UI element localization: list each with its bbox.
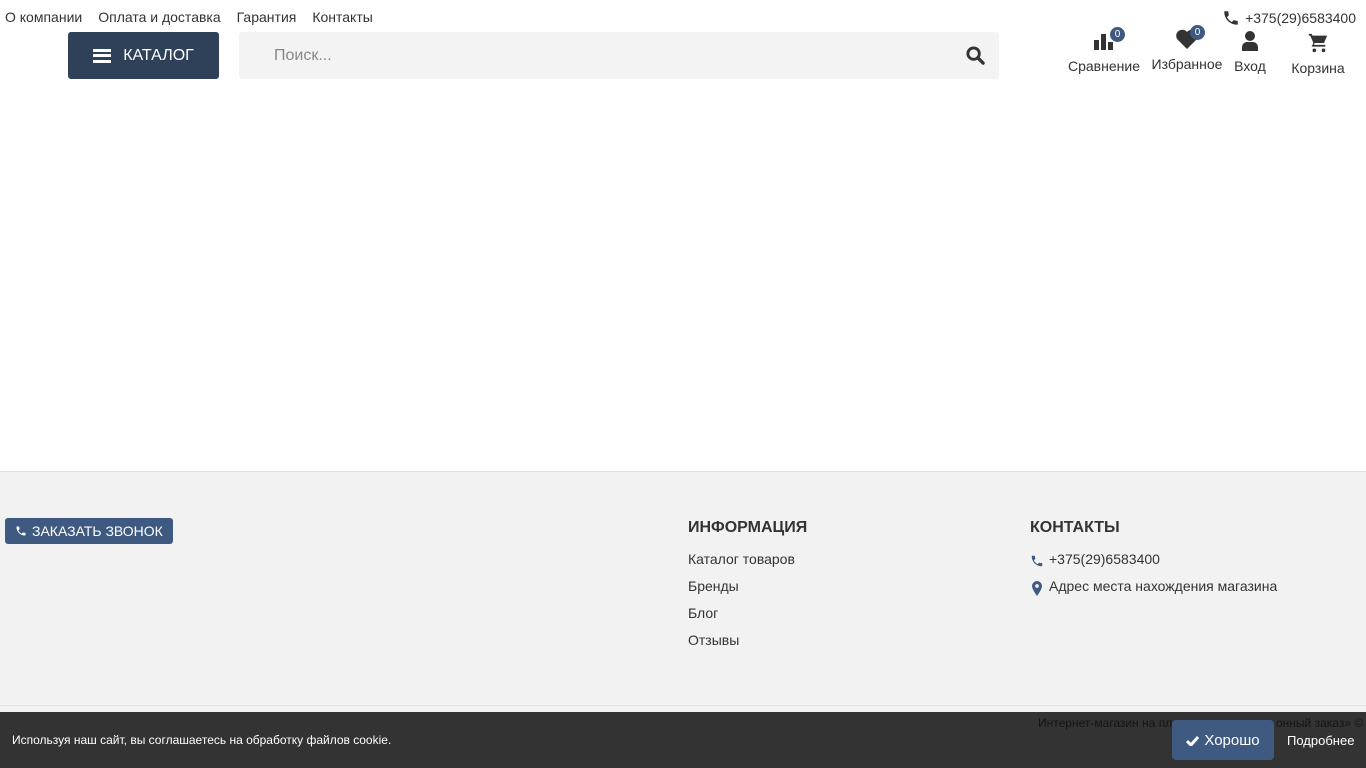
cookie-accept-button[interactable]: Хорошо <box>1172 720 1274 760</box>
header-phone[interactable]: +375(29)6583400 <box>1222 9 1356 27</box>
cart-label: Корзина <box>1291 60 1345 76</box>
nav-payment-delivery[interactable]: Оплата и доставка <box>98 9 220 25</box>
compare-button[interactable]: 0 Сравнение <box>1060 27 1148 76</box>
footer-link-brands[interactable]: Бренды <box>688 578 807 605</box>
callback-label: ЗАКАЗАТЬ ЗВОНОК <box>32 523 163 539</box>
footer-address-text: Адрес места нахождения магазина <box>1049 578 1278 594</box>
login-button[interactable]: Вход <box>1226 30 1274 76</box>
favorites-label: Избранное <box>1151 56 1223 72</box>
cookie-message: Используя наш сайт, вы соглашаетесь на о… <box>12 733 392 747</box>
footer-info: ИНФОРМАЦИЯ Каталог товаров Бренды Блог О… <box>688 519 807 659</box>
phone-icon <box>1224 11 1238 25</box>
search-icon[interactable] <box>966 46 985 65</box>
catalog-button[interactable]: КАТАЛОГ <box>68 32 219 79</box>
nav-about[interactable]: О компании <box>5 9 82 25</box>
map-marker-icon <box>1032 581 1042 596</box>
favorites-count-badge: 0 <box>1190 25 1205 40</box>
copyright-text-end: онный заказ» © <box>1276 716 1364 730</box>
login-label: Вход <box>1234 58 1266 74</box>
search-input[interactable] <box>239 32 999 79</box>
favorites-button[interactable]: 0 Избранное <box>1148 25 1226 76</box>
compare-count-badge: 0 <box>1110 27 1125 42</box>
search-bar <box>239 32 999 79</box>
nav-warranty[interactable]: Гарантия <box>237 9 297 25</box>
footer-link-catalog[interactable]: Каталог товаров <box>688 551 807 578</box>
callback-button[interactable]: ЗАКАЗАТЬ ЗВОНОК <box>5 518 173 544</box>
contacts-heading: КОНТАКТЫ <box>1030 519 1120 536</box>
check-icon <box>1186 735 1200 746</box>
footer: ЗАКАЗАТЬ ЗВОНОК ИНФОРМАЦИЯ Каталог товар… <box>0 471 1366 705</box>
info-heading: ИНФОРМАЦИЯ <box>688 519 808 536</box>
menu-icon <box>93 48 112 63</box>
cart-button[interactable]: Корзина <box>1274 32 1362 76</box>
nav-contacts[interactable]: Контакты <box>312 9 372 25</box>
compare-label: Сравнение <box>1068 58 1140 74</box>
footer-contacts: КОНТАКТЫ +375(29)6583400 Адрес места нах… <box>1030 519 1277 605</box>
cart-icon <box>1308 33 1328 53</box>
phone-icon <box>16 526 26 536</box>
phone-icon <box>1031 555 1043 567</box>
header-phone-text: +375(29)6583400 <box>1245 10 1356 26</box>
footer-phone-text: +375(29)6583400 <box>1049 551 1160 567</box>
catalog-label: КАТАЛОГ <box>123 46 194 64</box>
header-icons: 0 Сравнение 0 Избранное Вход Корзина <box>1060 25 1362 76</box>
footer-link-reviews[interactable]: Отзывы <box>688 632 807 659</box>
cookie-accept-label: Хорошо <box>1204 731 1260 749</box>
footer-link-blog[interactable]: Блог <box>688 605 807 632</box>
top-nav: О компании Оплата и доставка Гарантия Ко… <box>5 9 373 25</box>
footer-phone[interactable]: +375(29)6583400 <box>1030 551 1277 578</box>
footer-address[interactable]: Адрес места нахождения магазина <box>1030 578 1277 605</box>
cookie-more-link[interactable]: Подробнее <box>1287 733 1354 748</box>
copyright-text: Интернет-магазин на пл <box>1038 716 1173 730</box>
user-icon <box>1242 31 1258 51</box>
